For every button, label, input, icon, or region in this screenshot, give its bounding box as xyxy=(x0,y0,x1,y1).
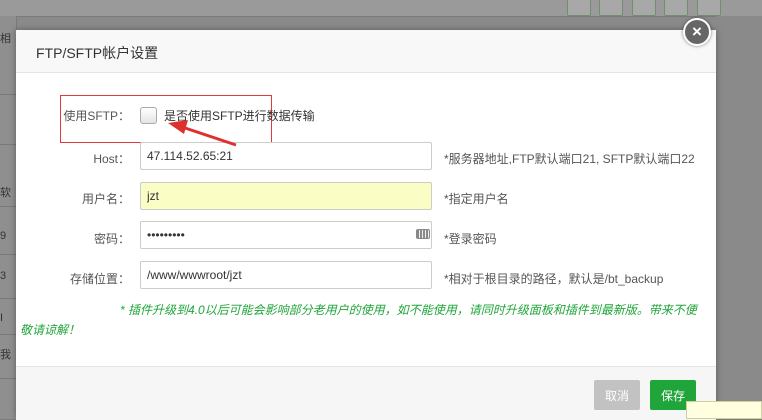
username-input[interactable] xyxy=(140,182,432,210)
toolbar-icon-button xyxy=(599,0,623,16)
close-icon[interactable]: × xyxy=(683,18,711,46)
dialog-header: FTP/SFTP帐户设置 xyxy=(16,30,716,73)
upgrade-notice-line1: * 插件升级到4.0以后可能会影响部分老用户的使用，如不能使用，请同时升级面板和… xyxy=(120,303,697,317)
password-hint: *登录密码 xyxy=(444,232,497,246)
upgrade-notice: * 插件升级到4.0以后可能会影响部分老用户的使用，如不能使用，请同时升级面板和… xyxy=(16,300,716,340)
ftp-settings-dialog: FTP/SFTP帐户设置 使用SFTP： 是否使用SFTP进行数据传输 Host… xyxy=(16,30,716,420)
storage-label: 存储位置： xyxy=(69,272,130,286)
toolbar-icon-button xyxy=(567,0,591,16)
background-text-fragment: 9 xyxy=(0,230,7,242)
password-input[interactable] xyxy=(140,221,432,249)
sftp-label: 使用SFTP： xyxy=(63,109,130,123)
background-toolbar xyxy=(0,0,762,17)
storage-hint: *相对于根目录的路径，默认是/bt_backup xyxy=(444,272,664,286)
host-input[interactable] xyxy=(140,142,432,170)
username-hint: *指定用户名 xyxy=(444,192,509,206)
host-hint: *服务器地址,FTP默认端口21, SFTP默认端口22 xyxy=(444,152,695,166)
background-text-fragment: 3 xyxy=(0,270,7,282)
dialog-title: FTP/SFTP帐户设置 xyxy=(36,45,159,61)
toolbar-icon-button xyxy=(632,0,656,16)
cancel-button[interactable]: 取消 xyxy=(594,380,640,410)
sftp-checkbox[interactable] xyxy=(140,107,157,124)
password-label: 密码： xyxy=(93,232,130,246)
storage-path-input[interactable] xyxy=(140,261,432,289)
keyboard-icon[interactable] xyxy=(416,229,430,239)
background-table-column: 相 软 9 3 I 我 xyxy=(0,16,17,419)
dialog-footer: 取消 保存 xyxy=(16,366,716,420)
background-text-fragment: 软 xyxy=(0,187,11,199)
background-right-area xyxy=(716,16,762,419)
background-text-fragment: 相 xyxy=(0,33,11,45)
background-text-fragment: 我 xyxy=(0,349,11,361)
background-corner-panel xyxy=(686,401,762,419)
username-label: 用户名： xyxy=(81,192,130,206)
toolbar-icon-button xyxy=(664,0,688,16)
sftp-description: 是否使用SFTP进行数据传输 xyxy=(164,109,315,123)
background-text-fragment: I xyxy=(0,312,4,324)
toolbar-icon-button xyxy=(697,0,721,16)
host-label: Host： xyxy=(93,152,130,166)
upgrade-notice-line2: 敬请谅解！ xyxy=(20,323,81,337)
